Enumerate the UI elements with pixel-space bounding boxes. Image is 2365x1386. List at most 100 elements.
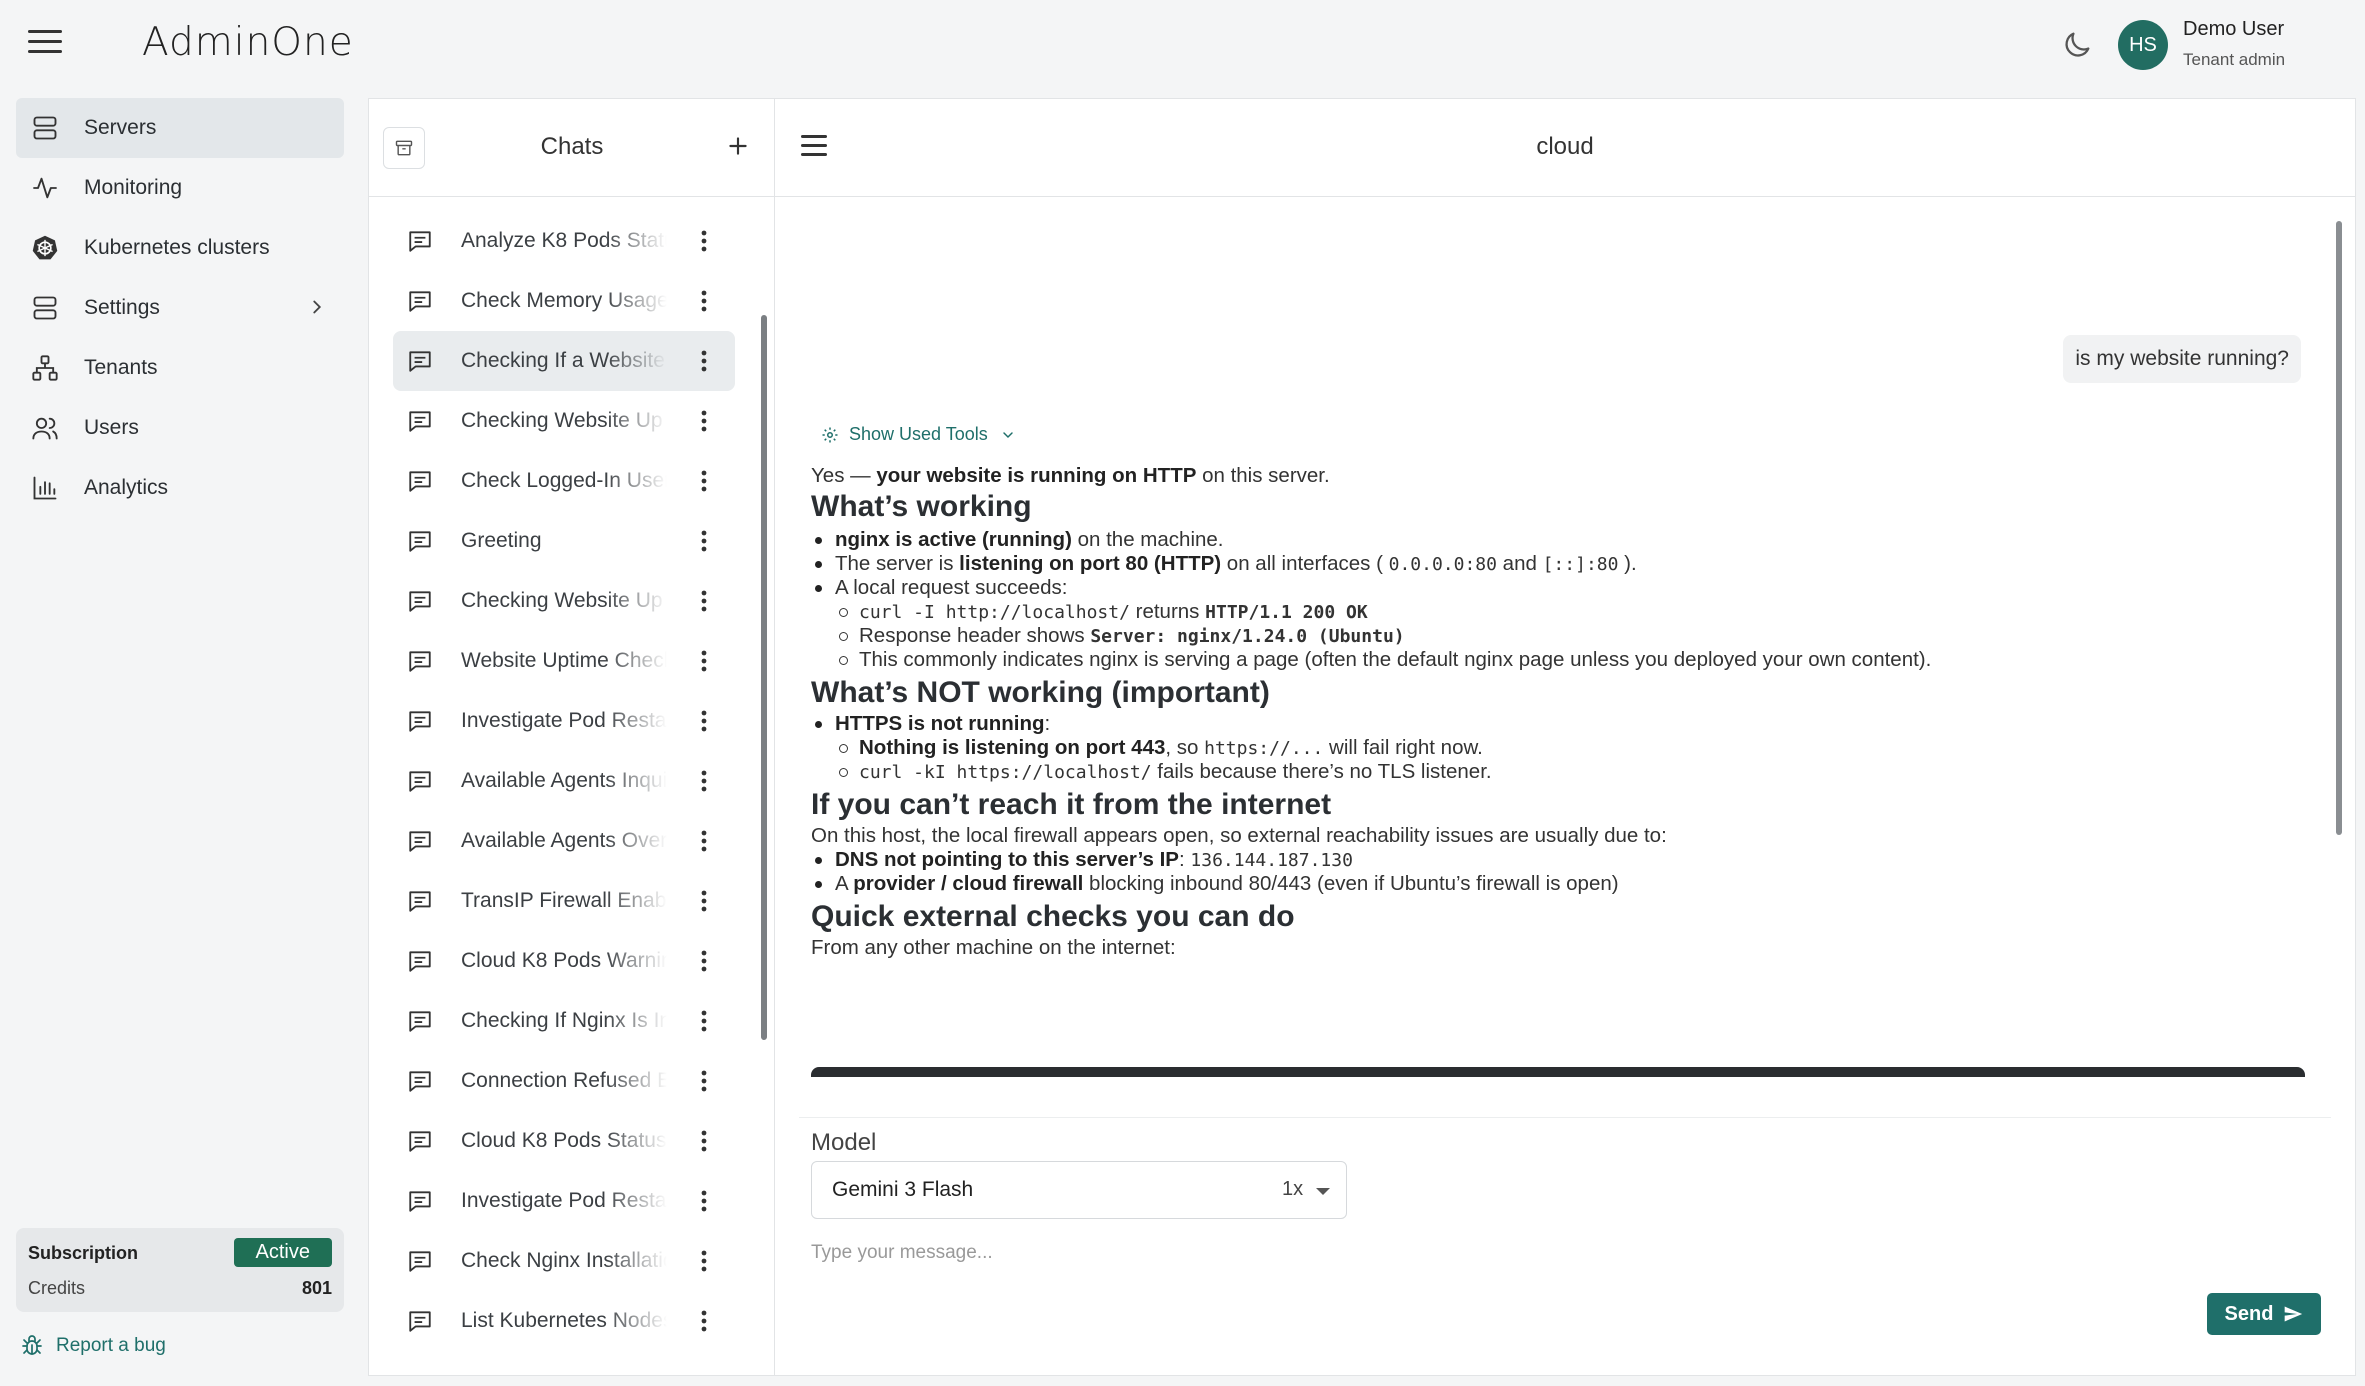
chat-list: Analyze K8 Pods Status Check Memory Usag… — [369, 211, 749, 1351]
more-vertical-icon[interactable] — [697, 1307, 711, 1335]
not-working-list: HTTPS is not running: Nothing is listeni… — [811, 712, 2311, 784]
chats-header: Chats — [369, 99, 775, 197]
kubernetes-icon — [30, 233, 60, 263]
sidebar-item-label: Tenants — [84, 356, 158, 379]
chat-list-item[interactable]: Check Nginx Installation — [393, 1231, 735, 1291]
dark-mode-toggle-icon[interactable] — [2060, 28, 2094, 62]
report-bug-link[interactable]: Report a bug — [20, 1334, 166, 1358]
chat-bubble-icon — [407, 1068, 433, 1094]
chat-list-item[interactable]: Analyze K8 Pods Status — [393, 211, 735, 271]
network-icon — [30, 353, 60, 383]
chat-list-item[interactable]: List Kubernetes Nodes — [393, 1291, 735, 1351]
model-select[interactable]: Gemini 3 Flash 1x — [811, 1161, 1347, 1219]
chat-title: Greeting — [461, 529, 542, 552]
more-vertical-icon[interactable] — [697, 227, 711, 255]
chat-bubble-icon — [407, 888, 433, 914]
chat-bubble-icon — [407, 1248, 433, 1274]
chat-list-item[interactable]: Checking If a Website — [393, 331, 735, 391]
sidebar-item-kubernetes-clusters[interactable]: Kubernetes clusters — [16, 218, 344, 278]
scrollbar-thumb[interactable] — [2336, 221, 2342, 835]
plus-icon — [729, 137, 747, 155]
chat-list-item[interactable]: Cloud K8 Pods Status — [393, 1111, 735, 1171]
activity-icon — [30, 173, 60, 203]
show-used-tools-label: Show Used Tools — [849, 424, 988, 444]
chat-title: Check Logged-In Users — [461, 469, 667, 492]
chat-list-item[interactable]: Checking Website Up — [393, 391, 735, 451]
sidebar-item-tenants[interactable]: Tenants — [16, 338, 344, 398]
chat-list-item[interactable]: TransIP Firewall Enable — [393, 871, 735, 931]
more-vertical-icon[interactable] — [697, 1007, 711, 1035]
chat-list-item[interactable]: Greeting — [393, 511, 735, 571]
chat-bubble-icon — [407, 468, 433, 494]
sidebar-item-users[interactable]: Users — [16, 398, 344, 458]
send-label: Send — [2224, 1302, 2274, 1325]
more-vertical-icon[interactable] — [697, 587, 711, 615]
chat-list-item[interactable]: Investigate Pod Restarts — [393, 1171, 735, 1231]
credits-label: Credits — [28, 1278, 86, 1298]
menu-toggle-button[interactable] — [28, 30, 62, 60]
chat-list-item[interactable]: Investigate Pod Restarts — [393, 691, 735, 751]
more-vertical-icon[interactable] — [697, 767, 711, 795]
chat-list-item[interactable]: Checking Website Up — [393, 571, 735, 631]
chat-list-item[interactable]: Check Memory Usage — [393, 271, 735, 331]
chat-list-item[interactable]: Connection Refused Error — [393, 1051, 735, 1111]
more-vertical-icon[interactable] — [697, 1127, 711, 1155]
more-vertical-icon[interactable] — [697, 887, 711, 915]
chat-list-item[interactable]: Available Agents Overview — [393, 811, 735, 871]
more-vertical-icon[interactable] — [697, 467, 711, 495]
new-chat-button[interactable] — [725, 133, 751, 159]
chat-list-item[interactable]: Checking If Nginx Is Installed — [393, 991, 735, 1051]
scrollbar-thumb[interactable] — [761, 315, 767, 1040]
conversation-header: cloud — [775, 99, 2355, 197]
more-vertical-icon[interactable] — [697, 1247, 711, 1275]
sidebar-item-monitoring[interactable]: Monitoring — [16, 158, 344, 218]
send-button[interactable]: Send — [2207, 1293, 2321, 1335]
chat-bubble-icon — [407, 348, 433, 374]
chat-list-item[interactable]: Website Uptime Check — [393, 631, 735, 691]
more-vertical-icon[interactable] — [697, 287, 711, 315]
more-vertical-icon[interactable] — [697, 407, 711, 435]
user-message: is my website running? — [2063, 335, 2301, 383]
chat-title: Checking If a Website — [461, 349, 665, 372]
bug-icon — [22, 1335, 42, 1355]
users-icon — [30, 413, 60, 443]
sidebar-item-analytics[interactable]: Analytics — [16, 458, 344, 518]
sidebar-item-settings[interactable]: Settings — [16, 278, 344, 338]
model-multiplier: 1x — [1282, 1178, 1304, 1200]
code-block-top — [811, 1067, 2305, 1077]
more-vertical-icon[interactable] — [697, 1187, 711, 1215]
more-vertical-icon[interactable] — [697, 647, 711, 675]
chat-bubble-icon — [407, 288, 433, 314]
sidebar-item-label: Servers — [84, 116, 157, 139]
more-vertical-icon[interactable] — [697, 347, 711, 375]
message-input[interactable] — [811, 1233, 2291, 1273]
chat-title: Analyze K8 Pods Status — [461, 229, 667, 252]
more-vertical-icon[interactable] — [697, 1067, 711, 1095]
sidebar-item-label: Kubernetes clusters — [84, 236, 270, 259]
chat-list-item[interactable]: Cloud K8 Pods Warnings — [393, 931, 735, 991]
user-avatar[interactable]: HS — [2118, 20, 2168, 70]
chat-bubble-icon — [407, 1128, 433, 1154]
subscription-title: Subscription — [28, 1243, 139, 1263]
sidebar-item-servers[interactable]: Servers — [16, 98, 344, 158]
list-item: The server is listening on port 80 (HTTP… — [811, 552, 2311, 576]
chat-title: Check Memory Usage — [461, 289, 667, 312]
more-vertical-icon[interactable] — [697, 947, 711, 975]
chat-list-item[interactable]: Available Agents Inquiry — [393, 751, 735, 811]
chat-bubble-icon — [407, 708, 433, 734]
message-list: is my website running? Show Used Tools Y… — [775, 198, 2337, 1173]
message-scrollbar[interactable] — [2335, 211, 2343, 1161]
chat-list-scrollbar[interactable] — [761, 217, 769, 1374]
sidebar-item-label: Users — [84, 416, 139, 439]
sidebar-nav: Servers Monitoring Kubernetes clusters S… — [16, 98, 344, 518]
chat-bubble-icon — [407, 1008, 433, 1034]
reach-list: DNS not pointing to this server’s IP: 13… — [811, 848, 2311, 896]
show-used-tools-toggle[interactable]: Show Used Tools — [821, 424, 1016, 445]
more-vertical-icon[interactable] — [697, 707, 711, 735]
list-item: curl -I http://localhost/ returns HTTP/1… — [811, 600, 2311, 624]
report-bug-label: Report a bug — [56, 1335, 166, 1356]
chat-bubble-icon — [407, 648, 433, 674]
chat-list-item[interactable]: Check Logged-In Users — [393, 451, 735, 511]
more-vertical-icon[interactable] — [697, 827, 711, 855]
more-vertical-icon[interactable] — [697, 527, 711, 555]
